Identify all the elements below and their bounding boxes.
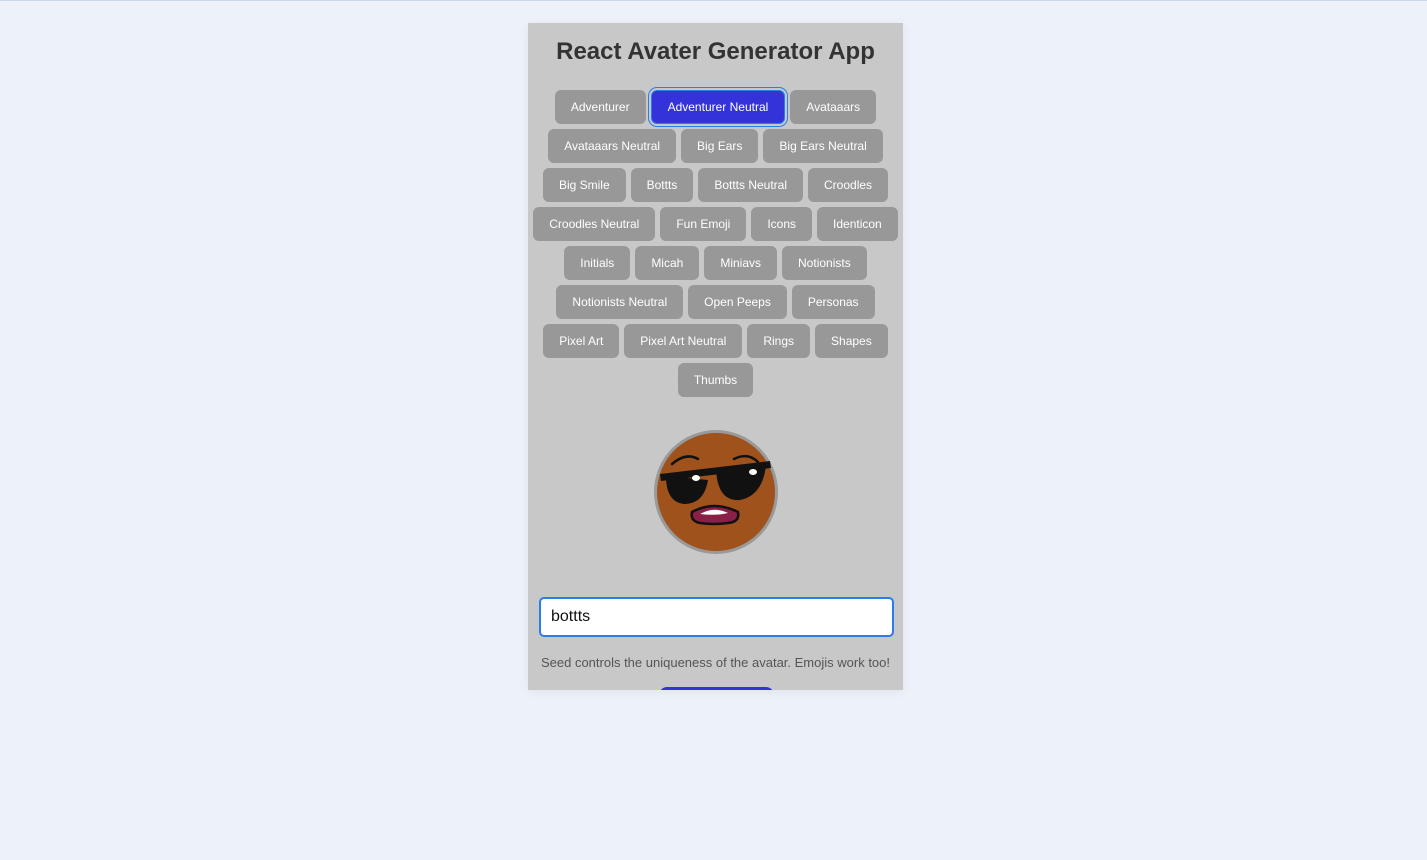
top-divider bbox=[0, 0, 1427, 1]
style-button-personas[interactable]: Personas bbox=[791, 285, 875, 319]
app-panel: React Avater Generator App Adventurer Adv… bbox=[528, 23, 903, 690]
generate-button[interactable] bbox=[659, 687, 774, 690]
style-button-initials[interactable]: Initials bbox=[564, 246, 631, 280]
style-button-croodles-neutral[interactable]: Croodles Neutral bbox=[533, 207, 656, 241]
style-button-notionists[interactable]: Notionists bbox=[782, 246, 867, 280]
style-button-pixel-art[interactable]: Pixel Art bbox=[543, 324, 620, 358]
style-button-big-ears[interactable]: Big Ears bbox=[681, 129, 759, 163]
style-button-group: Adventurer Adventurer Neutral Avataaars Ava… bbox=[528, 90, 903, 397]
style-button-shapes[interactable]: Shapes bbox=[815, 324, 888, 358]
style-button-micah[interactable]: Micah bbox=[635, 246, 700, 280]
style-button-notionists-neutral[interactable]: Notionists Neutral bbox=[556, 285, 684, 319]
style-button-pixel-art-neutral[interactable]: Pixel Art Neutral bbox=[624, 324, 743, 358]
style-button-fun-emoji[interactable]: Fun Emoji bbox=[660, 207, 747, 241]
style-button-icons[interactable]: Icons bbox=[751, 207, 813, 241]
style-button-avataaars-neutral[interactable]: Avataaars Neutral bbox=[548, 129, 677, 163]
style-button-identicon[interactable]: Identicon bbox=[817, 207, 898, 241]
style-button-miniavs[interactable]: Miniavs bbox=[704, 246, 778, 280]
seed-input[interactable] bbox=[539, 597, 894, 637]
style-button-bottts[interactable]: Bottts bbox=[630, 168, 694, 202]
mouth-icon bbox=[690, 504, 740, 526]
style-button-thumbs[interactable]: Thumbs bbox=[677, 363, 754, 397]
style-button-big-ears-neutral[interactable]: Big Ears Neutral bbox=[763, 129, 883, 163]
style-button-big-smile[interactable]: Big Smile bbox=[542, 168, 626, 202]
style-button-rings[interactable]: Rings bbox=[747, 324, 811, 358]
style-button-croodles[interactable]: Croodles bbox=[808, 168, 889, 202]
style-button-adventurer[interactable]: Adventurer bbox=[554, 90, 646, 124]
app-title: React Avater Generator App bbox=[556, 38, 875, 65]
avatar-image bbox=[654, 430, 778, 554]
style-button-adventurer-neutral[interactable]: Adventurer Neutral bbox=[650, 90, 786, 124]
style-button-open-peeps[interactable]: Open Peeps bbox=[688, 285, 787, 319]
style-button-bottts-neutral[interactable]: Bottts Neutral bbox=[698, 168, 804, 202]
style-button-avataaars[interactable]: Avataaars bbox=[790, 90, 877, 124]
seed-hint: Seed controls the uniqueness of the avat… bbox=[540, 655, 891, 670]
